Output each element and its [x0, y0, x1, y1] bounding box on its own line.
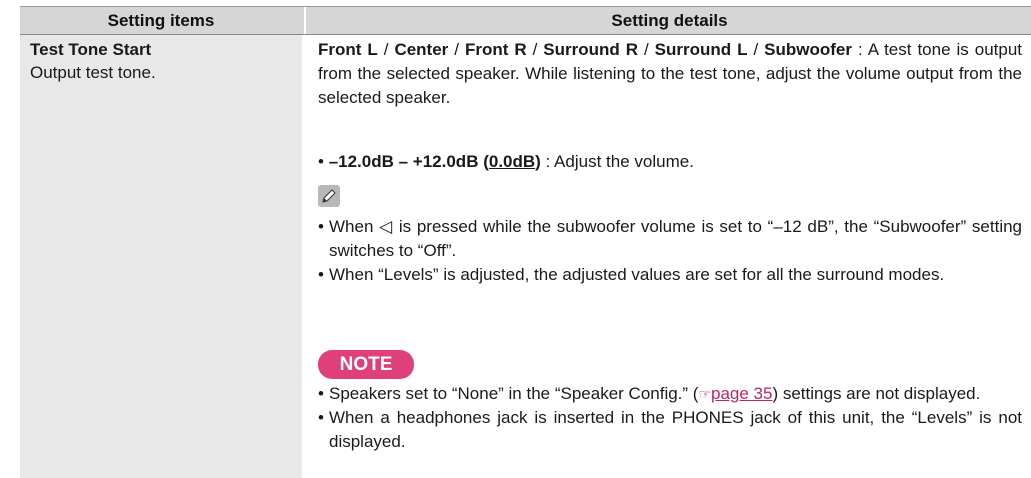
item-title: Test Tone Start [30, 40, 152, 59]
volume-range: –12.0dB – +12.0dB [328, 152, 479, 171]
default-value: 0.0dB [488, 152, 536, 171]
separator: / [448, 40, 465, 59]
bullet: • [318, 265, 324, 284]
tip-text: When “Levels” is adjusted, the adjusted … [329, 265, 945, 284]
note-badge: NOTE [318, 350, 414, 379]
bullet: • [318, 408, 324, 427]
settings-table: Setting items Setting details Test Tone … [20, 6, 1031, 478]
setting-item-cell: Test Tone Start Output test tone. [20, 35, 302, 478]
volume-range-description: : Adjust the volume. [540, 152, 694, 171]
header-setting-items: Setting items [107, 11, 215, 30]
speaker-list-paragraph: Front L / Center / Front R / Surround R … [318, 38, 1022, 110]
pointing-hand-icon: ☞ [698, 386, 712, 402]
speaker-front-l: Front L [318, 40, 378, 59]
setting-details-cell: Front L / Center / Front R / Surround R … [304, 35, 1031, 478]
bullet: • [318, 384, 324, 403]
separator: / [747, 40, 765, 59]
speaker-center: Center [394, 40, 449, 59]
separator: / [377, 40, 395, 59]
note-text-before: Speakers set to “None” in the “Speaker C… [329, 384, 699, 403]
separator: / [638, 40, 655, 59]
speaker-surround-l: Surround L [654, 40, 748, 59]
bullet: • [318, 217, 324, 236]
page-link[interactable]: page 35 [711, 384, 772, 403]
list-item: • When “Levels” is adjusted, the adjuste… [318, 263, 1022, 287]
header-setting-details: Setting details [304, 7, 1031, 34]
note-text: When a headphones jack is inserted in th… [329, 408, 1022, 451]
note-text: Speakers set to “None” in the “Speaker C… [329, 382, 1022, 406]
list-item: • When ◁ is pressed while the subwoofer … [318, 215, 1022, 263]
tips-list: • When ◁ is pressed while the subwoofer … [318, 215, 1022, 287]
tip-text: When ◁ is pressed while the subwoofer vo… [329, 217, 1022, 260]
notes-list: • Speakers set to “None” in the “Speaker… [318, 382, 1022, 454]
table-header: Setting items Setting details [20, 7, 1031, 35]
speaker-subwoofer: Subwoofer [764, 40, 853, 59]
item-description: Output test tone. [30, 63, 156, 82]
list-item: • Speakers set to “None” in the “Speaker… [318, 382, 1022, 406]
speaker-surround-r: Surround R [543, 40, 639, 59]
pencil-icon [318, 185, 340, 207]
note-text-after: ) settings are not displayed. [772, 384, 981, 403]
list-item: • When a headphones jack is inserted in … [318, 406, 1022, 454]
speaker-front-r: Front R [464, 40, 527, 59]
paren: ( [478, 152, 489, 171]
volume-range-paragraph: • –12.0dB – +12.0dB (0.0dB) : Adjust the… [318, 150, 1022, 174]
bullet: • [318, 152, 324, 171]
separator: / [526, 40, 544, 59]
